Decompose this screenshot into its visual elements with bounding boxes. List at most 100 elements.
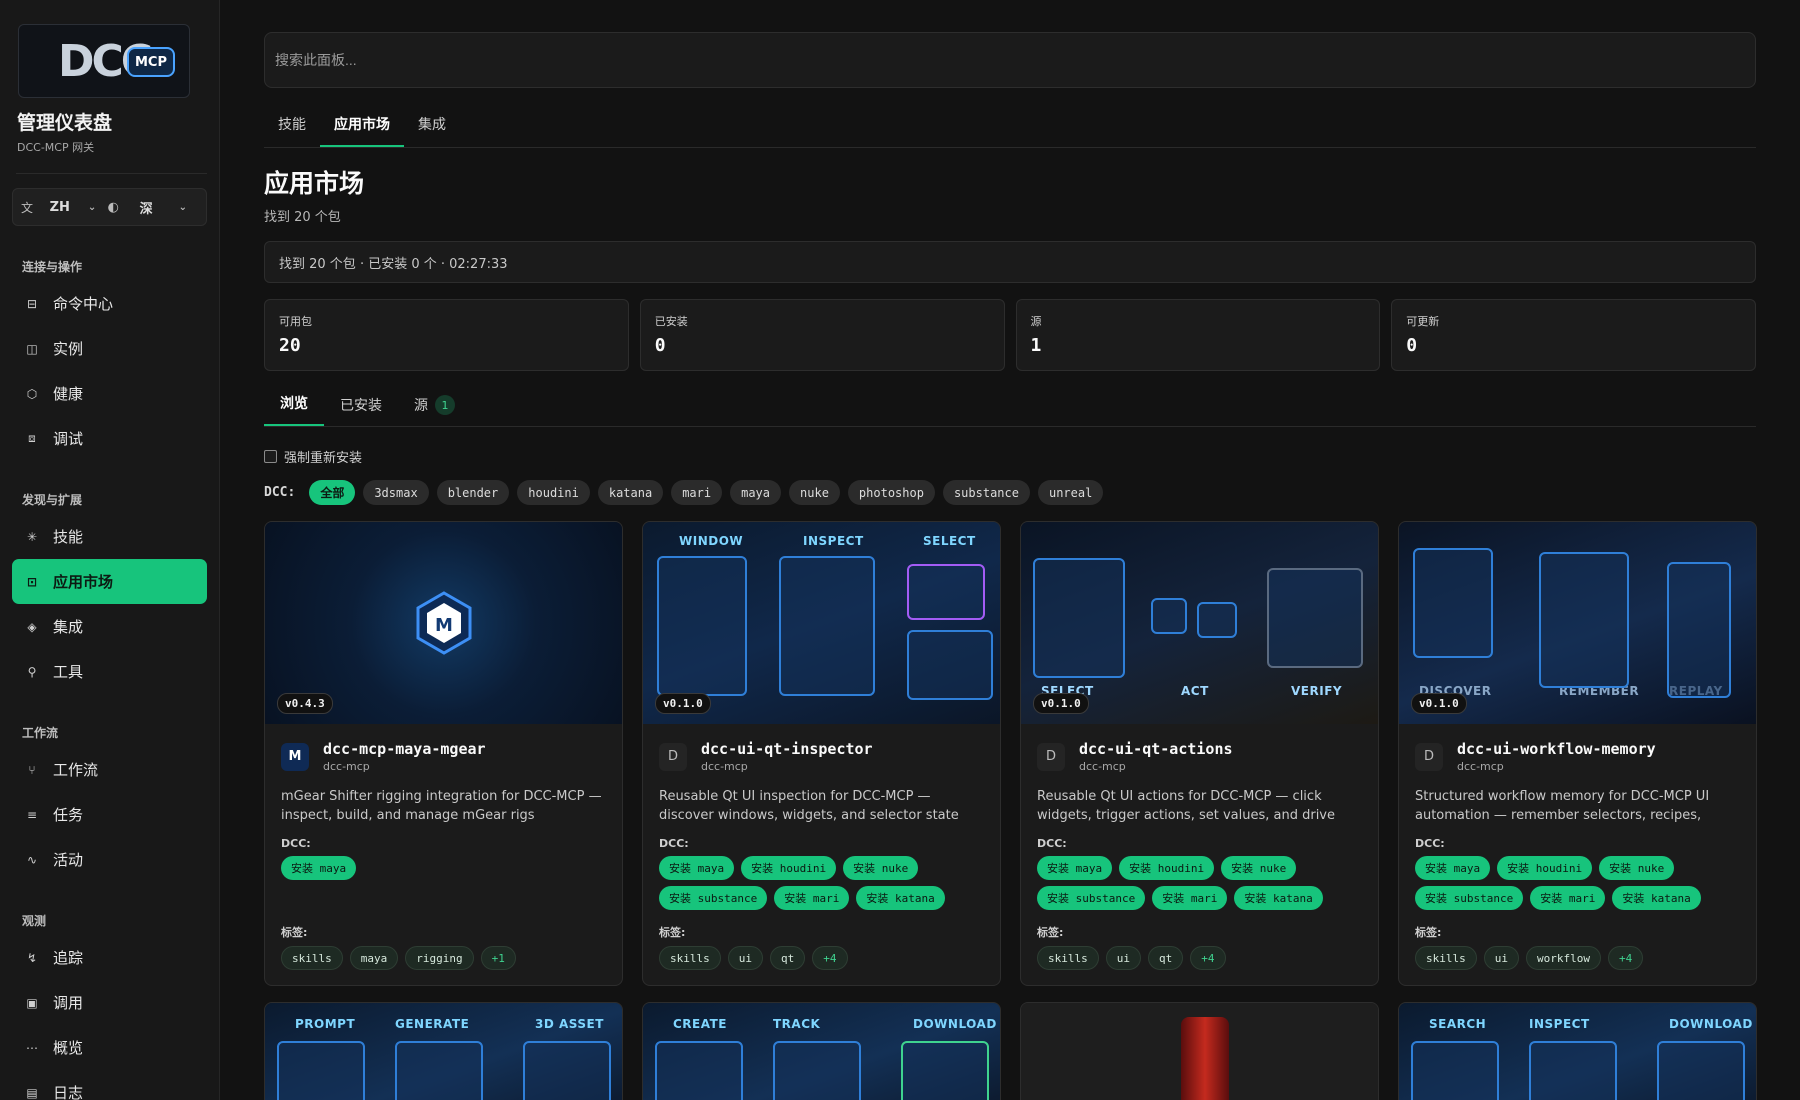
sidebar-item[interactable]: ⊟ 命令中心 [12,281,207,326]
install-dcc-button[interactable]: 安装 katana [1234,886,1323,910]
status-bar: 找到 20 个包 · 已安装 0 个 · 02:27:33 [264,241,1756,283]
sparkle-icon: ✳ [26,529,38,544]
stat-installed: 已安装 0 [639,299,1005,371]
tab-sources[interactable]: 源 1 [398,395,471,426]
tags-section-label: 标签: [1415,926,1442,939]
package-card[interactable] [1020,1002,1379,1100]
install-dcc-button[interactable]: 安装 substance [1037,886,1146,910]
dcc-filter-chip[interactable]: maya [730,480,782,505]
wrench-icon: ⚲ [27,664,37,679]
package-card[interactable]: PROMPT GENERATE 3D ASSET [264,1002,623,1100]
package-title-block: dcc-ui-qt-actions dcc-mcp [1079,740,1233,773]
sidebar-item[interactable]: ⚲ 工具 [12,649,207,694]
nav-group-label: 发现与扩展 [22,493,83,507]
sidebar-item[interactable]: ⊡ 应用市场 [12,559,207,604]
package-description: mGear Shifter rigging integration for DC… [281,789,602,823]
sidebar-item[interactable]: ⑂ 工作流 [12,747,207,792]
sidebar-item[interactable]: ◫ 实例 [12,326,207,371]
tab-browse[interactable]: 浏览 [264,393,324,426]
more-tags-chip[interactable]: +4 [1190,946,1226,970]
install-dcc-button[interactable]: 安装 nuke [1221,856,1297,880]
dcc-filter-chip[interactable]: blender [436,480,510,505]
package-name[interactable]: dcc-ui-qt-inspector [701,740,873,758]
tab-sources-label: 源 [414,398,428,414]
sidebar-item[interactable]: ✳ 技能 [12,514,207,559]
sidebar-item-label: 概览 [53,1039,84,1057]
install-dcc-button[interactable]: 安装 katana [856,886,945,910]
theme-select[interactable]: 深 ⌄ [129,198,198,217]
install-dcc-button[interactable]: 安装 maya [281,856,357,880]
package-name[interactable]: dcc-mcp-maya-mgear [323,740,486,758]
search-input[interactable] [264,32,1756,88]
tab-installed[interactable]: 已安装 [324,395,398,426]
log-icon: ▤ [26,1085,38,1100]
package-card[interactable]: Mv0.4.3 Mdcc-mcp-maya-mgear dcc-mcp mGear S… [264,521,623,986]
sidebar-item[interactable]: ⋯ 概览 [12,1025,207,1070]
package-card[interactable]: WINDOW INSPECT SELECT v0.1.0 Ddcc-ui-qt-insp… [642,521,1001,986]
dcc-filter-chip[interactable]: mari [671,480,723,505]
dcc-filter-chip[interactable]: 3dsmax [363,480,429,505]
tab-skills[interactable]: 技能 [264,114,320,147]
chevron-down-icon: ⌄ [178,201,188,213]
stat-value: 1 [1030,335,1042,356]
shield-icon: ⬡ [26,386,38,401]
sidebar-item-label: 健康 [53,385,84,403]
more-tags-chip[interactable]: +4 [1607,946,1644,970]
package-card[interactable]: SEARCH INSPECT DOWNLOAD [1398,1002,1757,1100]
thumbnail-graphic [1667,562,1731,698]
stats-row: 可用包 20 已安装 0 源 1 可更新 0 [264,299,1756,371]
package-card[interactable]: CREATE TRACK DOWNLOAD [642,1002,1001,1100]
package-name[interactable]: dcc-ui-qt-actions [1079,740,1233,758]
install-dcc-button[interactable]: 安装 substance [1415,886,1524,910]
package-card[interactable]: SELECT ACT VERIFY v0.1.0 Ddcc-ui-qt-actions d… [1020,521,1379,986]
sidebar-item[interactable]: ⧈ 调试 [12,416,207,461]
sidebar-item[interactable]: ⬡ 健康 [12,371,207,416]
sidebar-item[interactable]: ≡ 任务 [12,792,207,837]
install-dcc-button[interactable]: 安装 mari [774,886,850,910]
package-name[interactable]: dcc-ui-workflow-memory [1457,740,1656,758]
install-dcc-button[interactable]: 安装 houdini [1497,856,1593,880]
install-dcc-button[interactable]: 安装 maya [1415,856,1491,880]
logo-badge: MCP [127,47,175,77]
stat-label: 已安装 [654,315,688,328]
main-content: 技能 应用市场 集成 应用市场 找到 20 个包 找到 20 个包 · 已安装 … [220,0,1800,1100]
sidebar-item[interactable]: ↯ 追踪 [12,935,207,980]
dcc-install-chips: 安装 maya 安装 houdini 安装 nuke 安装 substance 安装 m… [1037,856,1362,912]
install-dcc-button[interactable]: 安装 mari [1530,886,1606,910]
more-tags-chip[interactable]: +1 [480,946,516,970]
install-dcc-button[interactable]: 安装 mari [1152,886,1228,910]
force-reinstall-checkbox[interactable] [264,450,277,463]
dcc-filter-chip[interactable]: katana [597,480,664,505]
install-dcc-button[interactable]: 安装 maya [1037,856,1113,880]
sidebar-item[interactable]: ▣ 调用 [12,980,207,1025]
tag-chip: maya [349,946,399,970]
tab-marketplace[interactable]: 应用市场 [320,114,404,147]
dcc-filter-chip[interactable]: unreal [1037,480,1104,505]
page-subtitle: 找到 20 个包 [264,210,341,225]
dcc-filter-chip[interactable]: nuke [789,480,840,505]
dcc-filter-chip[interactable]: photoshop [847,480,935,505]
sidebar-item[interactable]: ▤ 日志 [12,1070,207,1100]
install-dcc-button[interactable]: 安装 houdini [1119,856,1215,880]
sidebar-item[interactable]: ∿ 活动 [12,837,207,882]
install-dcc-button[interactable]: 安装 nuke [1599,856,1675,880]
language-select[interactable]: ZH ⌄ [38,200,107,215]
thumbnail-label: TRACK [773,1017,821,1031]
tag-chip: workflow [1526,946,1601,970]
sidebar-item[interactable]: ◈ 集成 [12,604,207,649]
install-dcc-button[interactable]: 安装 substance [659,886,768,910]
dcc-filter-chip[interactable]: 全部 [309,480,356,505]
tab-integrations[interactable]: 集成 [404,114,460,147]
dcc-filter-chip[interactable]: houdini [517,480,590,505]
more-tags-chip[interactable]: +4 [812,946,848,970]
thumbnail-graphic [1529,1041,1617,1100]
tag-chip: rigging [405,946,474,970]
translate-icon: 文 [21,200,34,215]
install-dcc-button[interactable]: 安装 houdini [741,856,837,880]
install-dcc-button[interactable]: 安装 katana [1612,886,1701,910]
package-card[interactable]: DISCOVERREMEMBERREPLAYv0.1.0Ddcc-ui-work… [1398,521,1757,986]
install-dcc-button[interactable]: 安装 maya [659,856,735,880]
nav-group-label: 工作流 [22,726,59,740]
dcc-filter-chip[interactable]: substance [942,480,1030,505]
install-dcc-button[interactable]: 安装 nuke [843,856,919,880]
